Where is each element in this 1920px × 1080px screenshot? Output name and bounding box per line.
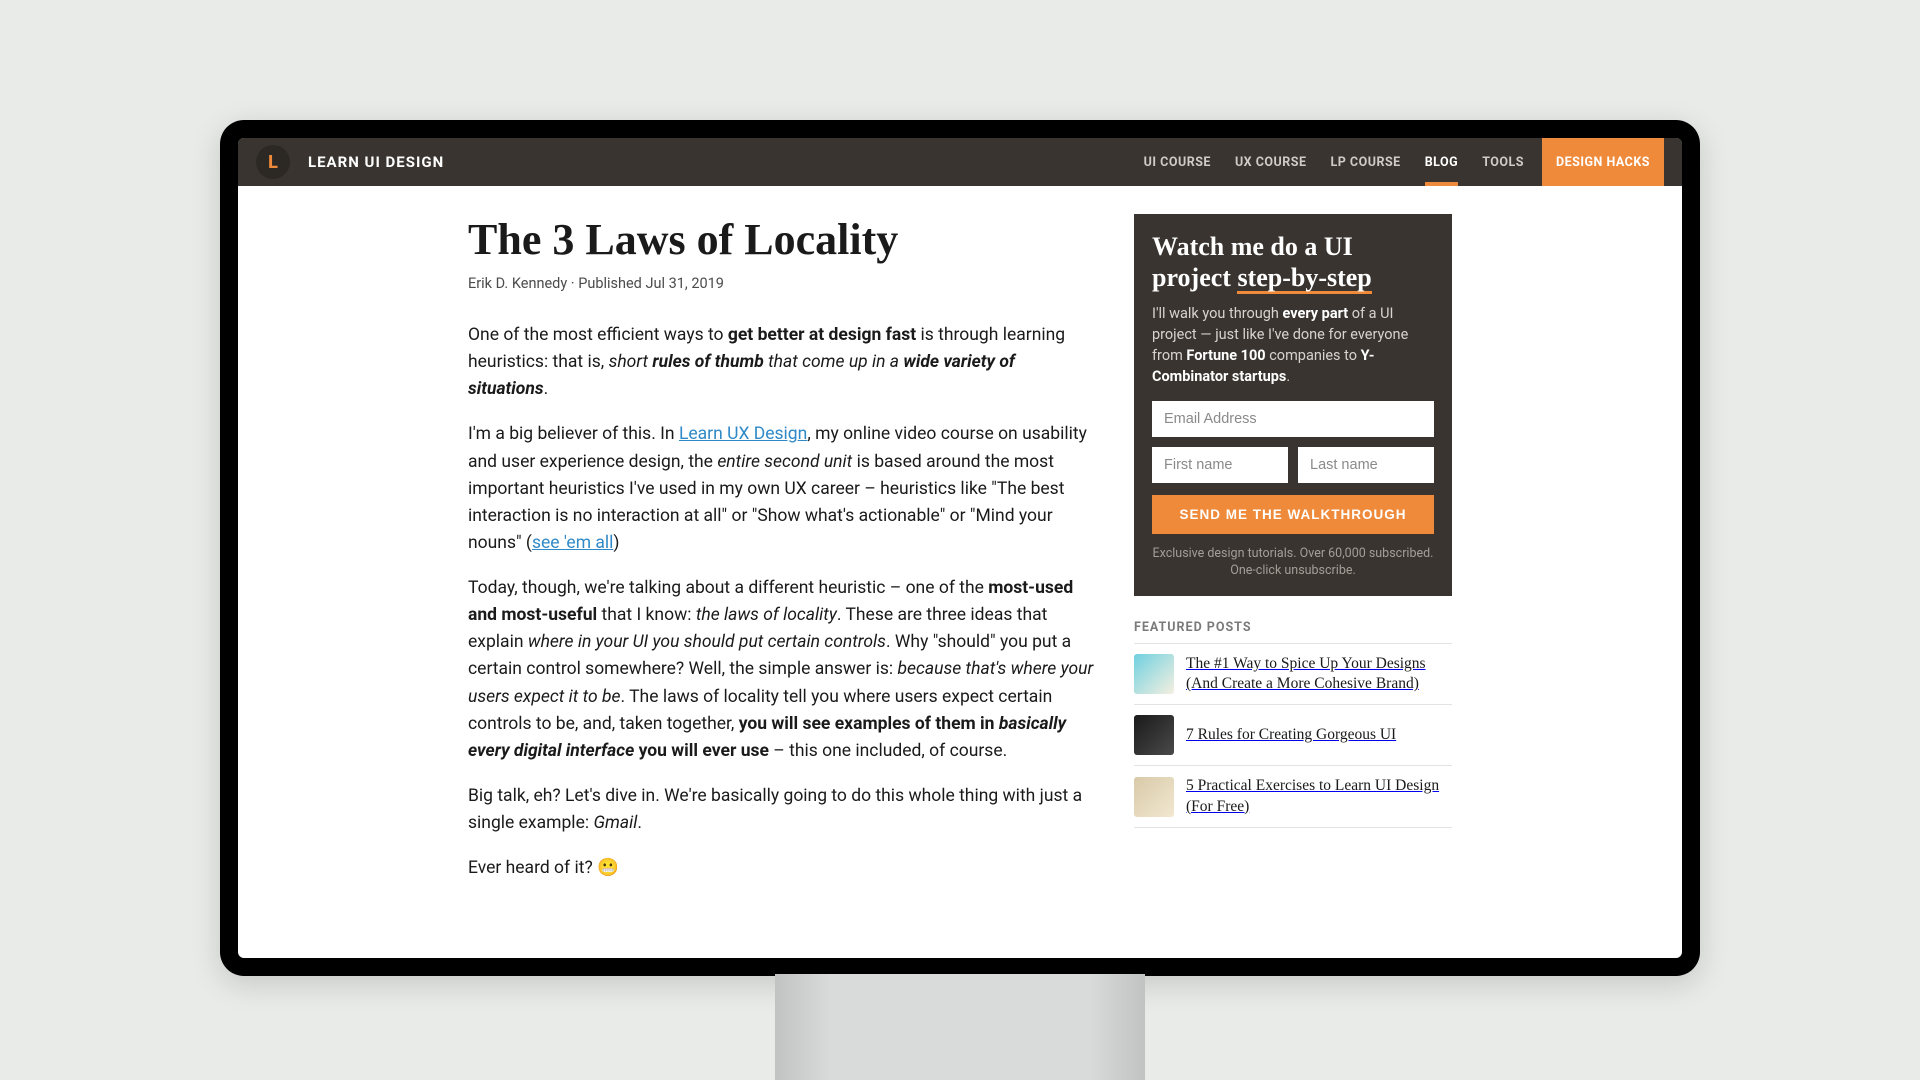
logo-letter: L (268, 152, 278, 173)
published-prefix: Published (578, 275, 645, 292)
article-paragraph: I'm a big believer of this. In Learn UX … (468, 421, 1098, 557)
post-thumb-icon (1134, 777, 1174, 817)
email-field[interactable] (1152, 401, 1434, 437)
featured-post[interactable]: 7 Rules for Creating Gorgeous UI (1134, 705, 1452, 766)
content-area: The 3 Laws of Locality Erik D. Kennedy ·… (238, 186, 1682, 958)
post-title: 5 Practical Exercises to Learn UI Design… (1186, 776, 1452, 816)
nav-lp-course[interactable]: LP COURSE (1319, 138, 1413, 186)
screen: L LEARN UI DESIGN UI COURSE UX COURSE LP… (238, 138, 1682, 958)
first-name-field[interactable] (1152, 447, 1288, 483)
last-name-field[interactable] (1298, 447, 1434, 483)
sidebar: Watch me do a UI project step-by-step I'… (1134, 214, 1452, 958)
article-paragraph: One of the most efficient ways to get be… (468, 322, 1098, 403)
brand-name[interactable]: LEARN UI DESIGN (308, 153, 444, 171)
article-author: Erik D. Kennedy (468, 275, 567, 292)
optin-heading: Watch me do a UI project step-by-step (1152, 232, 1434, 293)
send-walkthrough-button[interactable]: SEND ME THE WALKTHROUGH (1152, 495, 1434, 534)
article-paragraph: Big talk, eh? Let's dive in. We're basic… (468, 783, 1098, 837)
email-optin-box: Watch me do a UI project step-by-step I'… (1134, 214, 1452, 596)
nav-ui-course[interactable]: UI COURSE (1132, 138, 1223, 186)
monitor-stand (775, 974, 1145, 1080)
article: The 3 Laws of Locality Erik D. Kennedy ·… (468, 214, 1098, 958)
featured-post-list: The #1 Way to Spice Up Your Designs (And… (1134, 643, 1452, 828)
featured-posts-label: FEATURED POSTS (1134, 620, 1452, 635)
post-title: 7 Rules for Creating Gorgeous UI (1186, 725, 1396, 745)
post-title: The #1 Way to Spice Up Your Designs (And… (1186, 654, 1452, 694)
published-date: Jul 31, 2019 (645, 275, 723, 292)
nav-tools[interactable]: TOOLS (1470, 138, 1536, 186)
logo-icon[interactable]: L (256, 145, 290, 179)
article-meta: Erik D. Kennedy · Published Jul 31, 2019 (468, 275, 1098, 292)
monitor-frame: L LEARN UI DESIGN UI COURSE UX COURSE LP… (220, 120, 1700, 976)
site-header: L LEARN UI DESIGN UI COURSE UX COURSE LP… (238, 138, 1682, 186)
article-title: The 3 Laws of Locality (468, 214, 1098, 265)
nav-blog[interactable]: BLOG (1413, 138, 1471, 186)
main-nav: UI COURSE UX COURSE LP COURSE BLOG TOOLS… (1132, 138, 1664, 186)
nav-ux-course[interactable]: UX COURSE (1223, 138, 1319, 186)
optin-fineprint: Exclusive design tutorials. Over 60,000 … (1152, 546, 1434, 580)
link-learn-ux-design[interactable]: Learn UX Design (679, 424, 807, 444)
featured-post[interactable]: The #1 Way to Spice Up Your Designs (And… (1134, 644, 1452, 705)
link-see-em-all[interactable]: see 'em all (532, 533, 613, 553)
featured-post[interactable]: 5 Practical Exercises to Learn UI Design… (1134, 766, 1452, 827)
post-thumb-icon (1134, 654, 1174, 694)
optin-lead: I'll walk you through every part of a UI… (1152, 303, 1434, 387)
nav-design-hacks[interactable]: DESIGN HACKS (1542, 138, 1664, 186)
article-paragraph: Ever heard of it? 😬 (468, 855, 1098, 882)
post-thumb-icon (1134, 715, 1174, 755)
article-paragraph: Today, though, we're talking about a dif… (468, 575, 1098, 765)
